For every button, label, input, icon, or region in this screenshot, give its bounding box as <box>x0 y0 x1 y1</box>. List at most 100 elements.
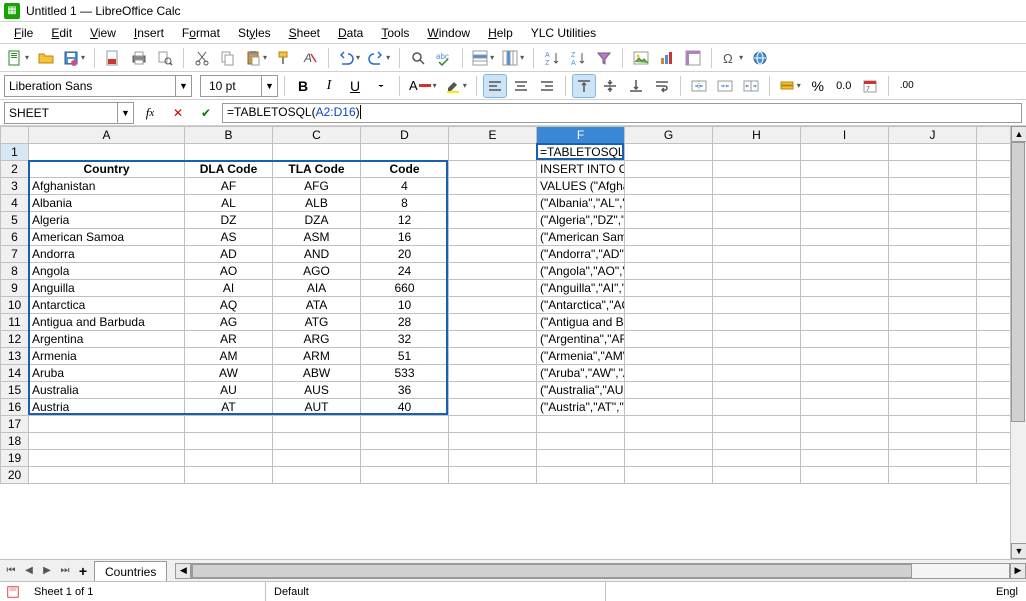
cell-I6[interactable] <box>801 229 889 246</box>
cell-F11[interactable]: ("Antigua and Barbuda","AG","ATG","28"), <box>537 314 625 331</box>
scroll-track[interactable] <box>1011 142 1026 543</box>
menu-window[interactable]: Window <box>419 24 478 42</box>
row-header[interactable]: 18 <box>1 433 29 450</box>
cell-H11[interactable] <box>713 314 801 331</box>
row-header[interactable]: 11 <box>1 314 29 331</box>
clone-formatting-button[interactable] <box>272 46 296 70</box>
cell-C20[interactable] <box>273 467 361 484</box>
cell-H6[interactable] <box>713 229 801 246</box>
new-button[interactable] <box>4 46 32 70</box>
cell-J17[interactable] <box>889 416 977 433</box>
cell-C12[interactable]: ARG <box>273 331 361 348</box>
cell-G6[interactable] <box>625 229 713 246</box>
cell-C14[interactable]: ABW <box>273 365 361 382</box>
cell-C8[interactable]: AGO <box>273 263 361 280</box>
cell-I11[interactable] <box>801 314 889 331</box>
align-bottom-button[interactable] <box>624 74 648 98</box>
cell-H4[interactable] <box>713 195 801 212</box>
currency-button[interactable] <box>776 74 804 98</box>
scroll-up-icon[interactable]: ▲ <box>1011 126 1026 142</box>
save-button[interactable] <box>60 46 88 70</box>
cell-B13[interactable]: AM <box>185 348 273 365</box>
cell-J2[interactable] <box>889 161 977 178</box>
cell-B3[interactable]: AF <box>185 178 273 195</box>
cell-E11[interactable] <box>449 314 537 331</box>
cell-F12[interactable]: ("Argentina","AR","ARG","32"), <box>537 331 625 348</box>
col-header-a[interactable]: A <box>29 127 185 144</box>
cell-C4[interactable]: ALB <box>273 195 361 212</box>
cell-B15[interactable]: AU <box>185 382 273 399</box>
cell-I18[interactable] <box>801 433 889 450</box>
cell-I19[interactable] <box>801 450 889 467</box>
cell-H19[interactable] <box>713 450 801 467</box>
cell-E20[interactable] <box>449 467 537 484</box>
font-size-input[interactable] <box>205 77 261 95</box>
cell-H7[interactable] <box>713 246 801 263</box>
cell-J11[interactable] <box>889 314 977 331</box>
cell-C10[interactable]: ATA <box>273 297 361 314</box>
add-decimal-button[interactable]: .00 <box>895 74 919 98</box>
cell-D5[interactable]: 12 <box>361 212 449 229</box>
cell-E10[interactable] <box>449 297 537 314</box>
cell-F15[interactable]: ("Australia","AU","AUS","36"), <box>537 382 625 399</box>
cell-H9[interactable] <box>713 280 801 297</box>
dropdown-arrow-icon[interactable]: ▼ <box>175 76 191 96</box>
col-header-f[interactable]: F <box>537 127 625 144</box>
align-center-button[interactable] <box>509 74 533 98</box>
wrap-text-button[interactable] <box>650 74 674 98</box>
cell-B16[interactable]: AT <box>185 399 273 416</box>
scroll-thumb[interactable] <box>1011 142 1025 422</box>
cell-I9[interactable] <box>801 280 889 297</box>
special-char-button[interactable]: Ω <box>718 46 746 70</box>
align-top-button[interactable] <box>572 74 596 98</box>
cell-A20[interactable] <box>29 467 185 484</box>
cell-B19[interactable] <box>185 450 273 467</box>
cell-C1[interactable] <box>273 144 361 161</box>
cell-A18[interactable] <box>29 433 185 450</box>
first-sheet-button[interactable]: ⏮ <box>2 562 20 580</box>
menu-format[interactable]: Format <box>174 24 228 42</box>
row-header[interactable]: 20 <box>1 467 29 484</box>
cell-H3[interactable] <box>713 178 801 195</box>
name-box-input[interactable] <box>5 104 117 122</box>
cell-H15[interactable] <box>713 382 801 399</box>
function-wizard-button[interactable]: fx <box>138 102 162 124</box>
cell-J3[interactable] <box>889 178 977 195</box>
cell-D8[interactable]: 24 <box>361 263 449 280</box>
formula-input[interactable]: =TABLETOSQL(A2:D16)​ <box>222 103 1022 123</box>
paste-button[interactable] <box>242 46 270 70</box>
merge-cells-button[interactable] <box>687 74 711 98</box>
cell-F9[interactable]: ("Anguilla","AI","AIA","660"), <box>537 280 625 297</box>
cell-A10[interactable]: Antarctica <box>29 297 185 314</box>
menu-styles[interactable]: Styles <box>230 24 279 42</box>
cell-E8[interactable] <box>449 263 537 280</box>
cell-C7[interactable]: AND <box>273 246 361 263</box>
menu-view[interactable]: View <box>82 24 124 42</box>
dropdown-arrow-icon[interactable]: ▼ <box>261 76 277 96</box>
cell-I3[interactable] <box>801 178 889 195</box>
cell-G5[interactable] <box>625 212 713 229</box>
cell-B17[interactable] <box>185 416 273 433</box>
cell-A8[interactable]: Angola <box>29 263 185 280</box>
cell-G14[interactable] <box>625 365 713 382</box>
cell-I13[interactable] <box>801 348 889 365</box>
cell-F3[interactable]: VALUES ("Afghanistan","AF","AFG","4"), <box>537 178 625 195</box>
cell-C18[interactable] <box>273 433 361 450</box>
font-size-combo[interactable]: ▼ <box>200 75 278 97</box>
cell-C19[interactable] <box>273 450 361 467</box>
cell-A7[interactable]: Andorra <box>29 246 185 263</box>
row-header[interactable]: 10 <box>1 297 29 314</box>
cell-B11[interactable]: AG <box>185 314 273 331</box>
insert-pivot-button[interactable] <box>681 46 705 70</box>
vertical-scrollbar[interactable]: ▲ ▼ <box>1010 126 1026 559</box>
cell-I10[interactable] <box>801 297 889 314</box>
cell-C17[interactable] <box>273 416 361 433</box>
cell-D11[interactable]: 28 <box>361 314 449 331</box>
cell-D17[interactable] <box>361 416 449 433</box>
cell-C15[interactable]: AUS <box>273 382 361 399</box>
menu-edit[interactable]: Edit <box>43 24 80 42</box>
cell-D16[interactable]: 40 <box>361 399 449 416</box>
cell-G12[interactable] <box>625 331 713 348</box>
cell-A4[interactable]: Albania <box>29 195 185 212</box>
export-pdf-button[interactable] <box>101 46 125 70</box>
